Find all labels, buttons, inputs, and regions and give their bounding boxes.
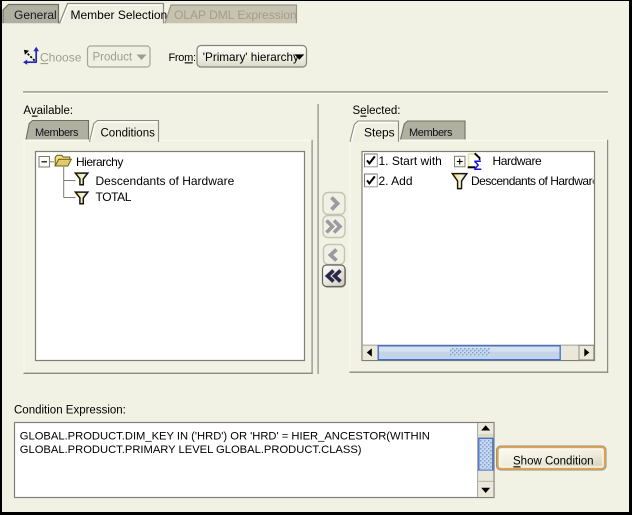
svg-text:Member Selection: Member Selection [71,8,168,22]
svg-text:Show Condition: Show Condition [513,456,594,468]
svg-text:Conditions: Conditions [101,127,156,139]
svg-text:Steps: Steps [364,125,395,139]
svg-text:Hardware: Hardware [493,154,543,168]
svg-text:Members: Members [409,127,453,139]
svg-text:Product: Product [93,52,133,64]
svg-text:TOTAL: TOTAL [96,190,132,204]
svg-text:1. Start with: 1. Start with [379,154,442,168]
svg-text:GLOBAL.PRODUCT.PRIMARY LEVEL G: GLOBAL.PRODUCT.PRIMARY LEVEL GLOBAL.PROD… [20,444,362,456]
svg-text:Descendants of Hardware: Descendants of Hardware [96,174,235,188]
svg-text:2. Add: 2. Add [379,174,413,188]
svg-text:From:: From: [169,52,196,64]
svg-text:Σ: Σ [474,158,482,173]
svg-text:General: General [14,8,57,22]
svg-text:Available:: Available: [23,105,73,117]
svg-text:GLOBAL.PRODUCT.DIM_KEY IN ('HR: GLOBAL.PRODUCT.DIM_KEY IN ('HRD') OR 'HR… [20,430,430,442]
svg-text:Choose: Choose [40,50,82,64]
svg-text:Selected:: Selected: [353,105,401,117]
svg-text:Members: Members [35,127,79,139]
svg-text:Descendants of Hardware: Descendants of Hardware [471,174,599,188]
svg-text:OLAP DML Expression: OLAP DML Expression [174,8,297,22]
svg-text:'Primary' hierarchy: 'Primary' hierarchy [203,51,299,64]
svg-text:Hierarchy: Hierarchy [76,155,123,169]
svg-text:Condition Expression:: Condition Expression: [14,405,126,417]
